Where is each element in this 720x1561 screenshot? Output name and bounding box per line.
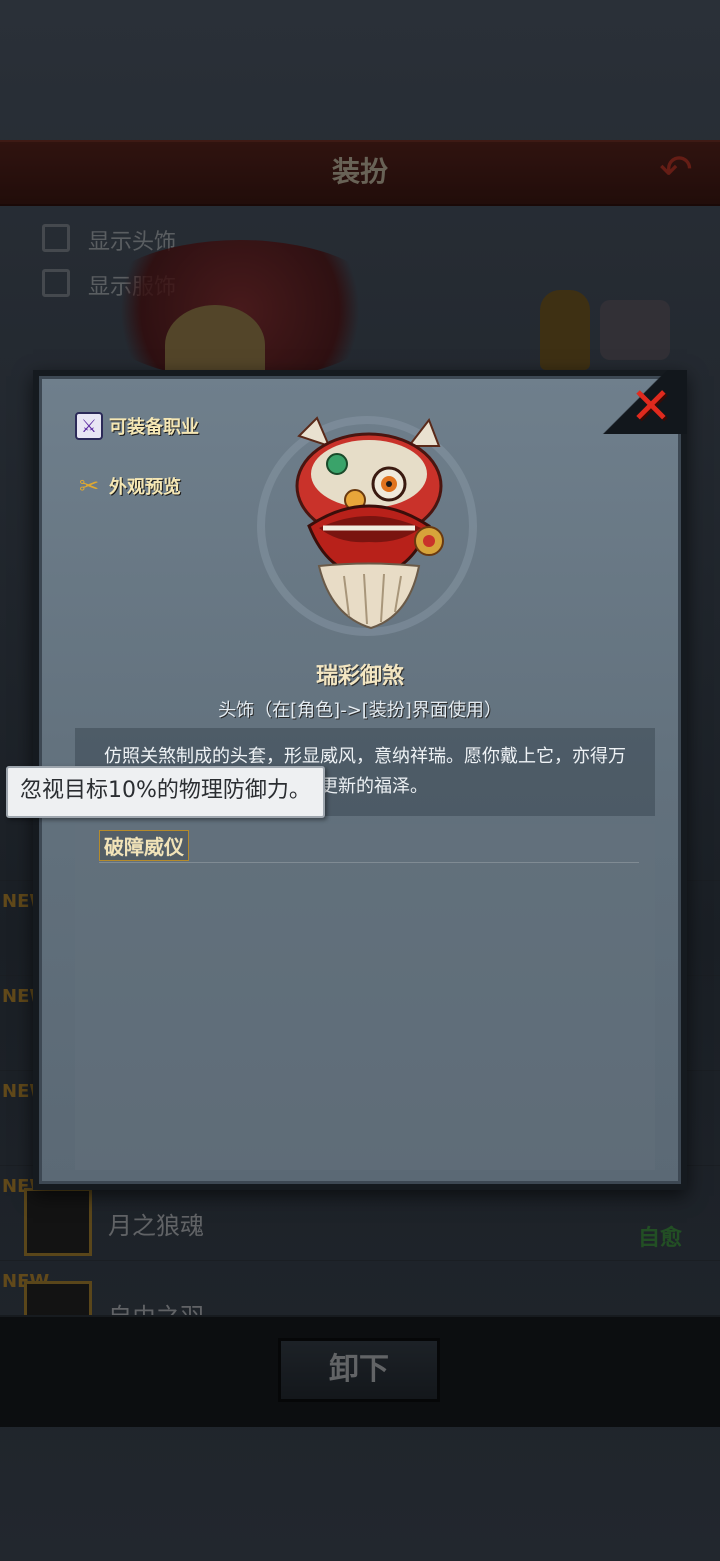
- lion-dance-mask-icon: [289, 416, 449, 631]
- divider: [99, 862, 639, 863]
- appearance-preview-link[interactable]: ✂ 外观预览: [75, 472, 181, 500]
- back-arrow-icon[interactable]: ↶: [646, 148, 706, 192]
- appearance-preview-label: 外观预览: [109, 477, 181, 498]
- show-costume-checkbox[interactable]: [42, 269, 70, 297]
- item-tag: 自愈: [637, 1226, 682, 1251]
- skill-tooltip: 忽视目标10%的物理防御力。: [6, 766, 325, 818]
- close-button[interactable]: ✕: [625, 380, 677, 432]
- show-headwear-checkbox[interactable]: [42, 224, 70, 252]
- item-title: 瑞彩御煞: [315, 664, 404, 689]
- wolf-helmet-icon: [24, 1188, 92, 1256]
- skill-name-button[interactable]: 破障威仪: [99, 830, 189, 861]
- mount-thumbnail[interactable]: [600, 300, 670, 360]
- skill-panel: [75, 824, 655, 1170]
- screen-title: 装扮: [331, 155, 388, 188]
- item-name: 月之狼魂: [108, 1212, 204, 1240]
- unequip-button[interactable]: 卸下: [278, 1338, 440, 1402]
- equip-job-link[interactable]: ⚔ 可装备职业: [75, 412, 199, 440]
- preview-icon: ✂: [78, 472, 100, 500]
- equip-job-label: 可装备职业: [109, 417, 199, 438]
- character-thumbnail[interactable]: [540, 290, 590, 370]
- crossed-weapons-icon: ⚔: [75, 412, 103, 440]
- game-screen: 装扮 ↶ 显示头饰 显示服饰 NEW NEW NEW NEW 月之狼魂 自愈 N…: [0, 0, 720, 1561]
- item-type: 头饰（在[角色]->[装扮]界面使用）: [218, 700, 502, 721]
